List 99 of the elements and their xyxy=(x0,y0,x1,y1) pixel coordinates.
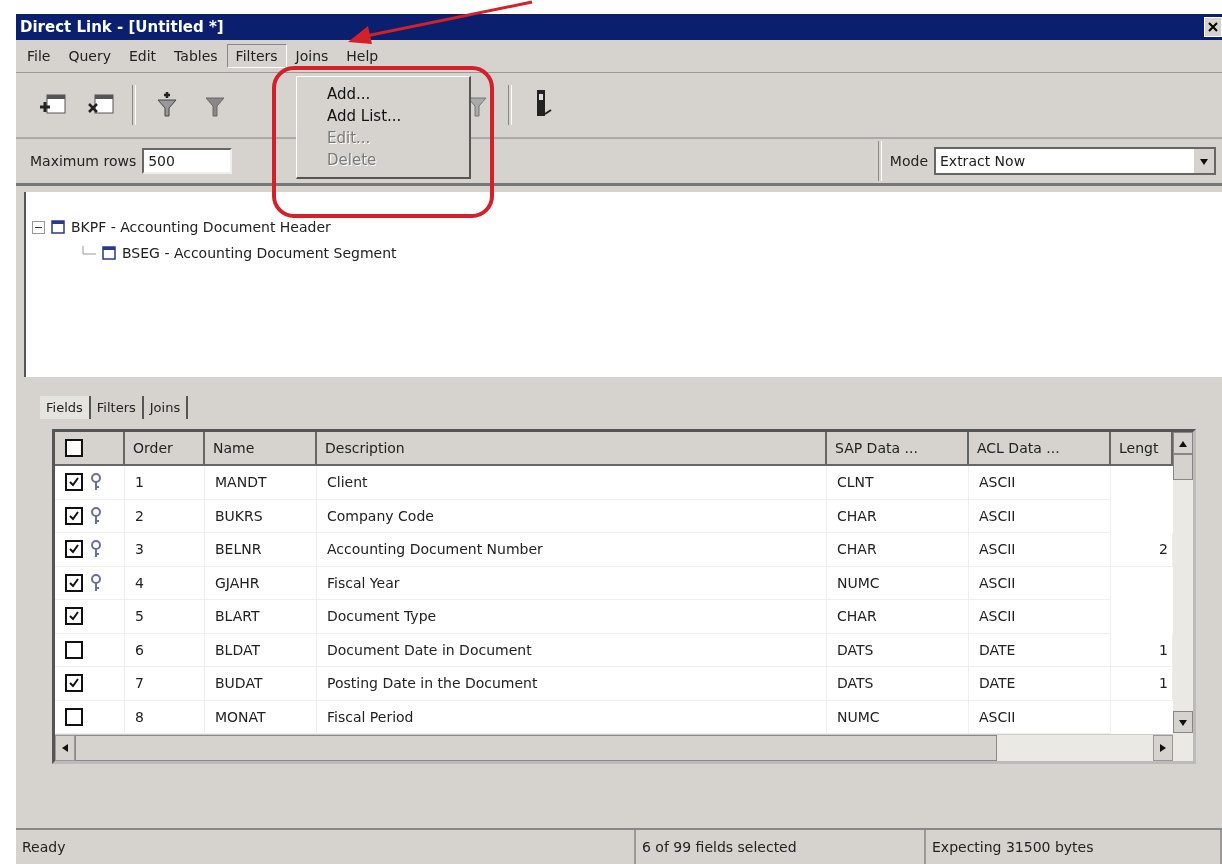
table-cell: Document Type xyxy=(317,600,827,634)
key-icon xyxy=(91,573,101,592)
row-checkbox[interactable] xyxy=(65,540,83,559)
menu-item[interactable]: Query xyxy=(59,44,120,68)
max-rows-field[interactable]: 500 xyxy=(142,148,233,174)
scroll-up-button[interactable] xyxy=(1173,432,1193,454)
tree-item[interactable]: BSEG - Accounting Document Segment xyxy=(122,245,397,261)
vertical-scrollbar[interactable] xyxy=(1173,432,1193,761)
table-cell: Document Date in Document xyxy=(317,633,827,667)
column-header[interactable]: Name xyxy=(205,432,317,466)
table-cell: BLART xyxy=(205,600,317,634)
check-icon xyxy=(68,677,80,690)
row-checkbox[interactable] xyxy=(65,707,83,726)
table-cell: ASCII xyxy=(969,566,1111,600)
table-cell: Accounting Document Number xyxy=(317,533,827,567)
table-cell: 3 xyxy=(125,533,205,567)
column-header[interactable]: Order xyxy=(125,432,205,466)
row-checkbox[interactable] xyxy=(65,573,83,592)
table-cell: 1 xyxy=(125,466,205,500)
table-cell: ASCII xyxy=(969,499,1111,533)
check-icon xyxy=(68,476,80,489)
check-icon xyxy=(68,543,80,556)
mode-label: Mode xyxy=(889,153,928,169)
down-arrow-icon xyxy=(1199,156,1209,166)
menu-item[interactable]: File xyxy=(18,44,60,68)
column-header[interactable]: Description xyxy=(317,432,827,466)
row-checkbox[interactable] xyxy=(65,640,83,659)
table-cell: BELNR xyxy=(205,533,317,567)
table-cell: Client xyxy=(317,466,827,500)
mode-dropdown[interactable]: Extract Now xyxy=(934,147,1216,175)
tab[interactable]: Joins xyxy=(143,396,189,419)
menu-item[interactable]: Filters xyxy=(226,44,287,68)
column-header[interactable]: Lengt xyxy=(1111,432,1173,466)
tab[interactable]: Filters xyxy=(90,396,144,419)
column-header[interactable]: SAP Data ... xyxy=(827,432,969,466)
status-text: Expecting 31500 bytes xyxy=(926,830,1222,864)
menu-item[interactable]: Edit xyxy=(120,44,166,68)
key-icon xyxy=(91,540,101,559)
max-rows-label: Maximum rows xyxy=(30,153,137,169)
tab[interactable]: Fields xyxy=(40,396,91,419)
table-cell: CHAR xyxy=(827,533,969,567)
down-arrow-icon xyxy=(1178,717,1188,727)
menu-entry[interactable]: Add... xyxy=(297,83,469,105)
table-cell: CHAR xyxy=(827,600,969,634)
table-cell: DATE xyxy=(969,633,1111,667)
scroll-thumb[interactable] xyxy=(1173,454,1193,480)
check-icon xyxy=(68,509,80,522)
table-cell: 2 xyxy=(125,499,205,533)
table-cell: DATE xyxy=(969,667,1111,701)
window-title: Direct Link - [Untitled *] xyxy=(20,18,224,36)
table-cell: 7 xyxy=(125,667,205,701)
scroll-right-button[interactable] xyxy=(1153,735,1173,761)
check-icon xyxy=(68,576,80,589)
select-all-checkbox[interactable] xyxy=(65,439,83,457)
table-cell: 5 xyxy=(125,600,205,634)
table-cell: DATS xyxy=(827,667,969,701)
row-checkbox[interactable] xyxy=(65,607,83,626)
table-cell: ASCII xyxy=(969,466,1111,500)
table-cell: ASCII xyxy=(969,600,1111,634)
close-button[interactable] xyxy=(1204,17,1222,37)
row-checkbox[interactable] xyxy=(65,674,83,693)
status-text: 6 of 99 fields selected xyxy=(636,830,926,864)
tree-item[interactable]: BKPF - Accounting Document Header xyxy=(71,219,331,235)
table-cell: DATS xyxy=(827,633,969,667)
table-cell: 4 xyxy=(125,566,205,600)
check-icon xyxy=(68,610,80,623)
row-checkbox[interactable] xyxy=(65,473,83,492)
table-cell: 6 xyxy=(125,633,205,667)
table-cell: BUKRS xyxy=(205,499,317,533)
menu-item[interactable]: Tables xyxy=(165,44,227,68)
table-cell: Company Code xyxy=(317,499,827,533)
horizontal-scrollbar[interactable] xyxy=(55,734,1173,761)
scroll-left-button[interactable] xyxy=(55,735,75,761)
menu-item[interactable]: Help xyxy=(337,44,388,68)
scroll-down-button[interactable] xyxy=(1173,711,1193,733)
right-arrow-icon xyxy=(1158,743,1168,753)
table-cell: GJAHR xyxy=(205,566,317,600)
table-cell: CHAR xyxy=(827,499,969,533)
table-cell: BUDAT xyxy=(205,667,317,701)
table-icon xyxy=(51,220,65,234)
table-icon xyxy=(102,246,116,260)
column-header[interactable]: ACL Data ... xyxy=(969,432,1111,466)
row-checkbox[interactable] xyxy=(65,506,83,525)
key-icon xyxy=(91,506,101,525)
status-text: Ready xyxy=(16,830,636,864)
scroll-thumb[interactable] xyxy=(75,735,997,761)
close-icon xyxy=(1208,22,1218,32)
table-cell: MANDT xyxy=(205,466,317,500)
table-cell: BLDAT xyxy=(205,633,317,667)
table-cell: Posting Date in the Document xyxy=(317,667,827,701)
table-cell: NUMC xyxy=(827,566,969,600)
table-cell: CLNT xyxy=(827,466,969,500)
table-cell: Fiscal Year xyxy=(317,566,827,600)
menu-item[interactable]: Joins xyxy=(286,44,338,68)
menu-entry[interactable]: Add List... xyxy=(297,105,469,127)
table-cell: ASCII xyxy=(969,533,1111,567)
key-icon xyxy=(91,473,101,492)
left-arrow-icon xyxy=(60,743,70,753)
collapse-toggle[interactable] xyxy=(32,220,45,234)
